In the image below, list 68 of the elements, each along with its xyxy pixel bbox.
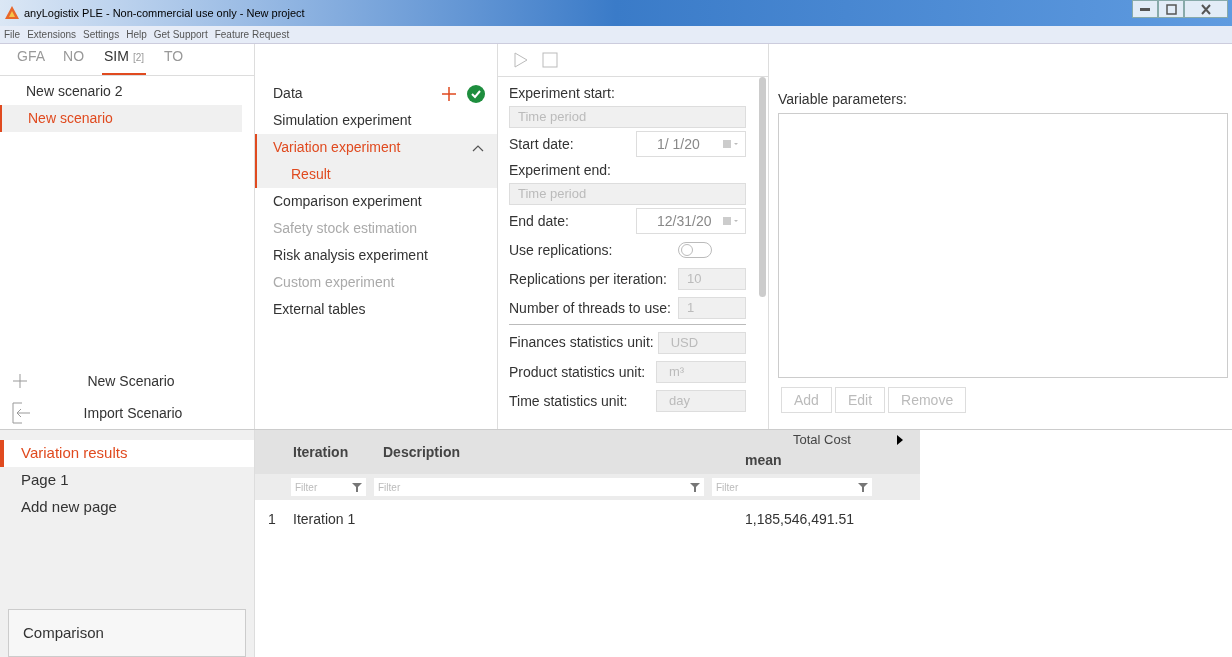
expand-arrow-icon <box>896 435 903 445</box>
nav-item[interactable]: Simulation experiment <box>273 110 485 131</box>
tab[interactable]: GFA <box>17 46 45 75</box>
filter-icon <box>352 482 362 492</box>
check-icon <box>467 84 485 103</box>
filter-icon <box>858 482 868 492</box>
filter-field[interactable]: Filter <box>712 478 872 496</box>
tab[interactable]: TO <box>164 46 184 75</box>
plus-icon <box>12 373 28 389</box>
table-cell-text: Iteration 1 <box>293 509 357 529</box>
menu-item[interactable]: Extensions <box>27 27 77 42</box>
comparison-button[interactable]: Comparison <box>8 609 246 657</box>
nav-item[interactable]: External tables <box>273 299 485 320</box>
tab[interactable]: SIM [2] <box>102 46 147 75</box>
field-label: Experiment start: <box>509 83 616 103</box>
tab[interactable]: NO <box>63 46 84 75</box>
scenario-item[interactable]: New scenario <box>0 105 242 132</box>
date-field[interactable]: 12/31/20 <box>636 208 746 234</box>
calendar-icon <box>723 139 739 149</box>
scenario-action-button[interactable]: Import Scenario <box>32 402 254 424</box>
field-label: Time statistics unit: <box>509 391 628 411</box>
field-label: Use replications: <box>509 240 613 260</box>
panel-title: Variable parameters: <box>778 90 908 109</box>
menu-item[interactable]: Feature Request <box>214 27 290 42</box>
table-cell-text: 1 <box>267 509 277 529</box>
column-header: Iteration <box>293 442 349 462</box>
filter-field[interactable]: Filter <box>291 478 366 496</box>
action-button[interactable]: Remove <box>888 387 967 413</box>
menu-item[interactable]: Help <box>126 27 147 42</box>
app-logo-icon <box>4 5 20 21</box>
import-icon <box>12 402 32 424</box>
window-title: anyLogistix PLE - Non-commercial use only - New project <box>24 5 305 21</box>
field-label: Finances statistics unit: <box>509 333 654 352</box>
field-label: End date: <box>509 211 569 231</box>
scenario-item[interactable]: New scenario 2 <box>0 78 242 105</box>
field-label: Product statistics unit: <box>509 362 646 382</box>
close-icon <box>1201 3 1211 15</box>
plus-icon <box>441 85 457 102</box>
calendar-icon <box>723 216 739 226</box>
action-button[interactable]: Edit <box>834 387 886 413</box>
field-label: Number of threads to use: <box>509 298 671 318</box>
minimize-icon <box>1140 7 1150 11</box>
field-label: Start date: <box>509 134 574 154</box>
field-label: Experiment end: <box>509 160 612 180</box>
play-icon <box>514 52 528 68</box>
menu-item[interactable]: Settings <box>83 27 120 42</box>
column-header: mean <box>745 451 782 470</box>
restore-icon <box>1165 3 1177 15</box>
field-label: Replications per iteration: <box>509 269 667 289</box>
page-item[interactable]: Page 1 <box>0 467 254 494</box>
filter-field[interactable]: Filter <box>374 478 704 496</box>
scenario-action-button[interactable]: New Scenario <box>28 370 254 392</box>
nav-item[interactable]: Comparison experiment <box>273 191 485 212</box>
date-field[interactable]: 1/ 1/20 <box>636 131 746 157</box>
column-group-header: Total Cost <box>793 431 851 450</box>
page-item[interactable]: Add new page <box>0 494 254 521</box>
menu-item[interactable]: Get Support <box>153 27 208 42</box>
nav-item[interactable]: Risk analysis experiment <box>273 245 485 266</box>
table-cell-text: 1,185,546,491.51 <box>745 509 855 529</box>
page-item[interactable]: Variation results <box>0 440 254 467</box>
stop-icon <box>542 52 558 68</box>
column-header: Description <box>383 442 460 462</box>
nav-item[interactable]: Data <box>273 83 441 104</box>
scrollbar-thumb[interactable] <box>759 77 766 297</box>
toggle-switch[interactable] <box>678 242 712 258</box>
action-button[interactable]: Add <box>781 387 832 413</box>
filter-icon <box>690 482 700 492</box>
menu-item[interactable]: File <box>4 27 21 42</box>
